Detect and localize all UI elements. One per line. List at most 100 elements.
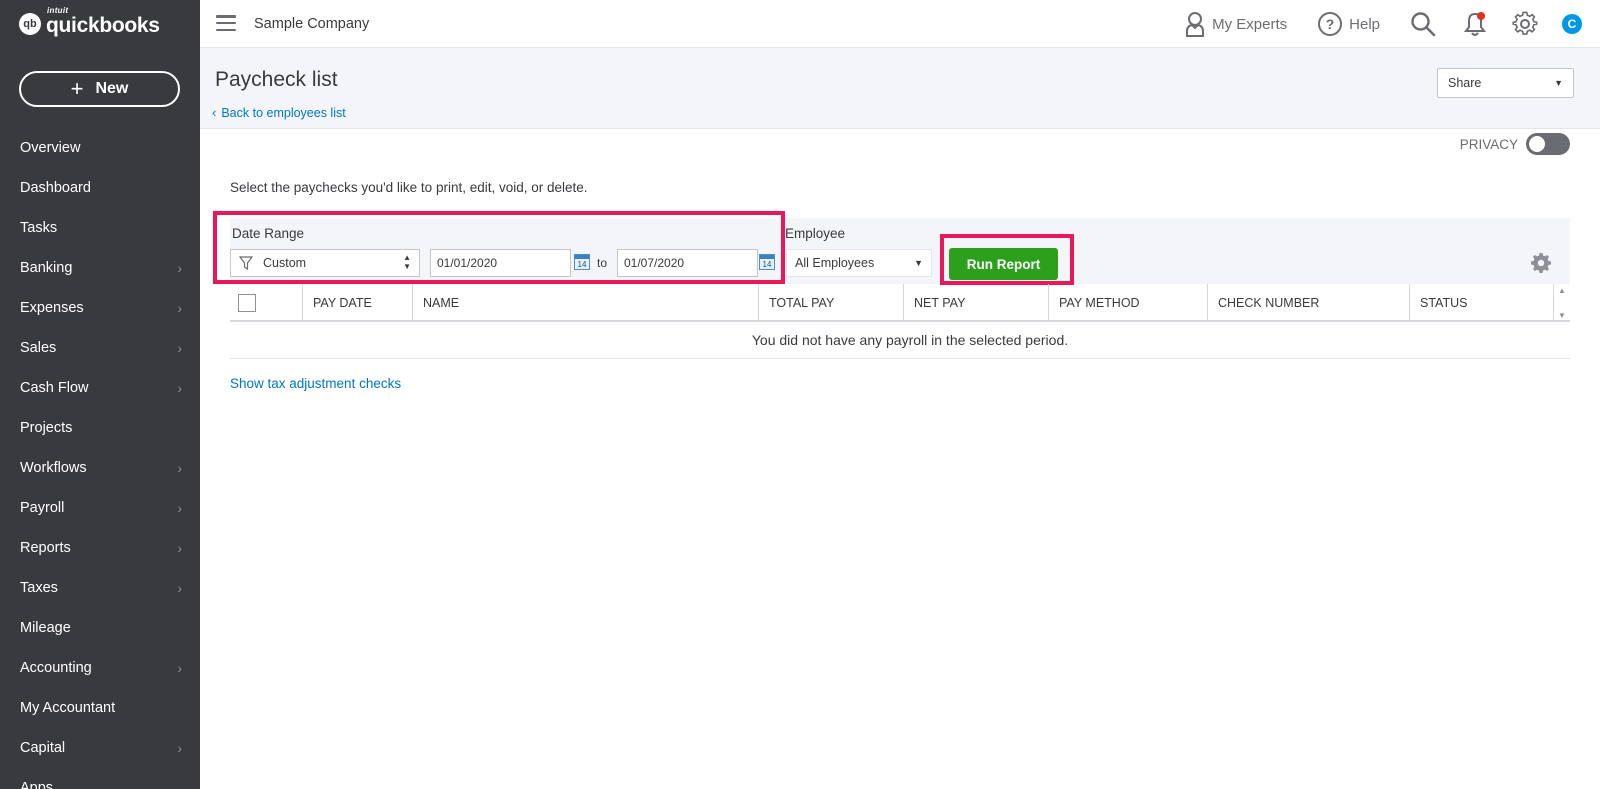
top-bar: Sample Company My Experts ? Help C — [200, 0, 1600, 48]
chevron-right-icon: › — [177, 300, 182, 316]
scroll-up-icon[interactable]: ▲ — [1558, 286, 1566, 295]
col-status[interactable]: STATUS — [1410, 284, 1554, 322]
sidebar-item-label: Apps — [20, 780, 54, 789]
sidebar-item-label: Reports — [20, 540, 71, 556]
sidebar-item-expenses[interactable]: Expenses › — [0, 288, 200, 328]
sidebar-item-sales[interactable]: Sales › — [0, 328, 200, 368]
select-arrows-icon: ▲ ▼ — [403, 253, 411, 271]
my-experts-button[interactable]: My Experts — [1184, 11, 1287, 37]
sidebar-item-my-accountant[interactable]: My Accountant — [0, 688, 200, 728]
search-button[interactable] — [1410, 11, 1436, 37]
chevron-right-icon: › — [177, 660, 182, 676]
sidebar-item-overview[interactable]: Overview — [0, 128, 200, 168]
chevron-right-icon: › — [177, 540, 182, 556]
table-header: PAY DATE NAME TOTAL PAY NET PAY PAY METH… — [230, 284, 1570, 322]
quickbooks-wordmark: quickbooks — [46, 14, 160, 37]
share-dropdown[interactable]: Share ▼ — [1437, 68, 1574, 98]
expert-person-icon — [1186, 12, 1205, 37]
col-net-pay[interactable]: NET PAY — [904, 284, 1049, 322]
start-date-input[interactable] — [430, 249, 571, 277]
date-range-label: Date Range — [232, 226, 305, 241]
sidebar-item-label: Taxes — [20, 580, 58, 596]
empty-table-message: You did not have any payroll in the sele… — [230, 322, 1570, 359]
sidebar-item-payroll[interactable]: Payroll › — [0, 488, 200, 528]
sidebar-item-apps[interactable]: Apps — [0, 768, 200, 789]
chevron-right-icon: › — [177, 460, 182, 476]
sidebar-item-workflows[interactable]: Workflows › — [0, 448, 200, 488]
sidebar-item-mileage[interactable]: Mileage — [0, 608, 200, 648]
caret-down-icon: ▼ — [914, 258, 923, 268]
date-range-select[interactable]: Custom ▲ ▼ — [230, 249, 420, 277]
privacy-toggle[interactable] — [1526, 133, 1570, 155]
back-to-employees-link[interactable]: ‹ Back to employees list — [212, 105, 346, 120]
sidebar-item-taxes[interactable]: Taxes › — [0, 568, 200, 608]
end-date-input[interactable] — [617, 249, 758, 277]
start-calendar-icon[interactable]: 14 — [574, 254, 590, 270]
new-button-label: New — [95, 80, 129, 97]
instructions-text: Select the paychecks you'd like to print… — [230, 180, 588, 195]
notifications-button[interactable] — [1462, 11, 1488, 37]
chevron-right-icon: › — [177, 740, 182, 756]
chevron-left-icon: ‹ — [212, 105, 217, 120]
caret-down-icon: ▼ — [1554, 78, 1563, 88]
sidebar-item-cash-flow[interactable]: Cash Flow › — [0, 368, 200, 408]
employee-value: All Employees — [795, 256, 875, 270]
gear-icon — [1512, 11, 1538, 35]
back-link-label: Back to employees list — [221, 105, 346, 120]
sidebar-item-reports[interactable]: Reports › — [0, 528, 200, 568]
sidebar-item-banking[interactable]: Banking › — [0, 248, 200, 288]
employee-select[interactable]: All Employees ▼ — [786, 249, 932, 277]
sidebar-nav: Overview Dashboard Tasks Banking › Expenses › S… — [0, 128, 200, 789]
page-header: Paycheck list ‹ Back to employees list S… — [200, 48, 1600, 129]
select-all-checkbox[interactable] — [238, 294, 256, 312]
user-avatar[interactable]: C — [1562, 14, 1582, 34]
sidebar-item-accounting[interactable]: Accounting › — [0, 648, 200, 688]
sidebar-item-dashboard[interactable]: Dashboard — [0, 168, 200, 208]
company-name: Sample Company — [254, 16, 370, 32]
sidebar-item-label: Workflows — [20, 460, 87, 476]
chevron-right-icon: › — [177, 340, 182, 356]
show-tax-adjustment-checks-link[interactable]: Show tax adjustment checks — [230, 376, 401, 391]
sidebar-item-label: Payroll — [20, 500, 65, 516]
sidebar-item-label: Mileage — [20, 620, 71, 636]
chevron-right-icon: › — [177, 380, 182, 396]
privacy-control: PRIVACY — [1460, 133, 1570, 155]
privacy-label: PRIVACY — [1459, 136, 1518, 152]
sidebar-item-label: Accounting — [20, 660, 92, 676]
end-calendar-icon[interactable]: 14 — [759, 254, 775, 270]
new-button[interactable]: + New — [19, 71, 180, 107]
col-check-number[interactable]: CHECK NUMBER — [1208, 284, 1410, 322]
intuit-wordmark: intuit — [47, 6, 69, 15]
sidebar-item-label: Tasks — [20, 220, 58, 236]
chevron-right-icon: › — [177, 500, 182, 516]
col-pay-date[interactable]: PAY DATE — [303, 284, 413, 322]
chevron-right-icon: › — [177, 260, 182, 276]
svg-text:?: ? — [1326, 16, 1335, 32]
table-scrollbar[interactable]: ▲ ▼ — [1554, 284, 1570, 322]
sidebar-item-capital[interactable]: Capital › — [0, 728, 200, 768]
sidebar-item-label: Cash Flow — [20, 380, 89, 396]
sidebar-item-tasks[interactable]: Tasks — [0, 208, 200, 248]
sidebar-item-label: Dashboard — [20, 180, 91, 196]
col-name[interactable]: NAME — [413, 284, 759, 322]
bell-icon — [1464, 12, 1486, 36]
filter-icon — [239, 256, 253, 270]
col-total-pay[interactable]: TOTAL PAY — [759, 284, 904, 322]
hamburger-menu-icon[interactable] — [216, 15, 236, 31]
table-settings-gear-icon[interactable] — [1531, 253, 1551, 273]
sidebar-item-label: Overview — [20, 140, 81, 156]
qb-logo-icon: qb — [19, 13, 41, 35]
settings-button[interactable] — [1512, 11, 1538, 37]
plus-icon: + — [70, 76, 84, 101]
help-button[interactable]: ? Help — [1317, 11, 1380, 37]
col-pay-method[interactable]: PAY METHOD — [1049, 284, 1208, 322]
sidebar-item-projects[interactable]: Projects — [0, 408, 200, 448]
run-report-button[interactable]: Run Report — [949, 248, 1058, 280]
scroll-down-icon[interactable]: ▼ — [1558, 311, 1566, 320]
page-title: Paycheck list — [215, 68, 338, 91]
sidebar-item-label: Banking — [20, 260, 73, 276]
sidebar-item-label: Sales — [20, 340, 57, 356]
quickbooks-logo[interactable]: qb intuit quickbooks — [19, 6, 160, 38]
employee-label: Employee — [785, 226, 846, 241]
sidebar-item-label: Projects — [20, 420, 73, 436]
